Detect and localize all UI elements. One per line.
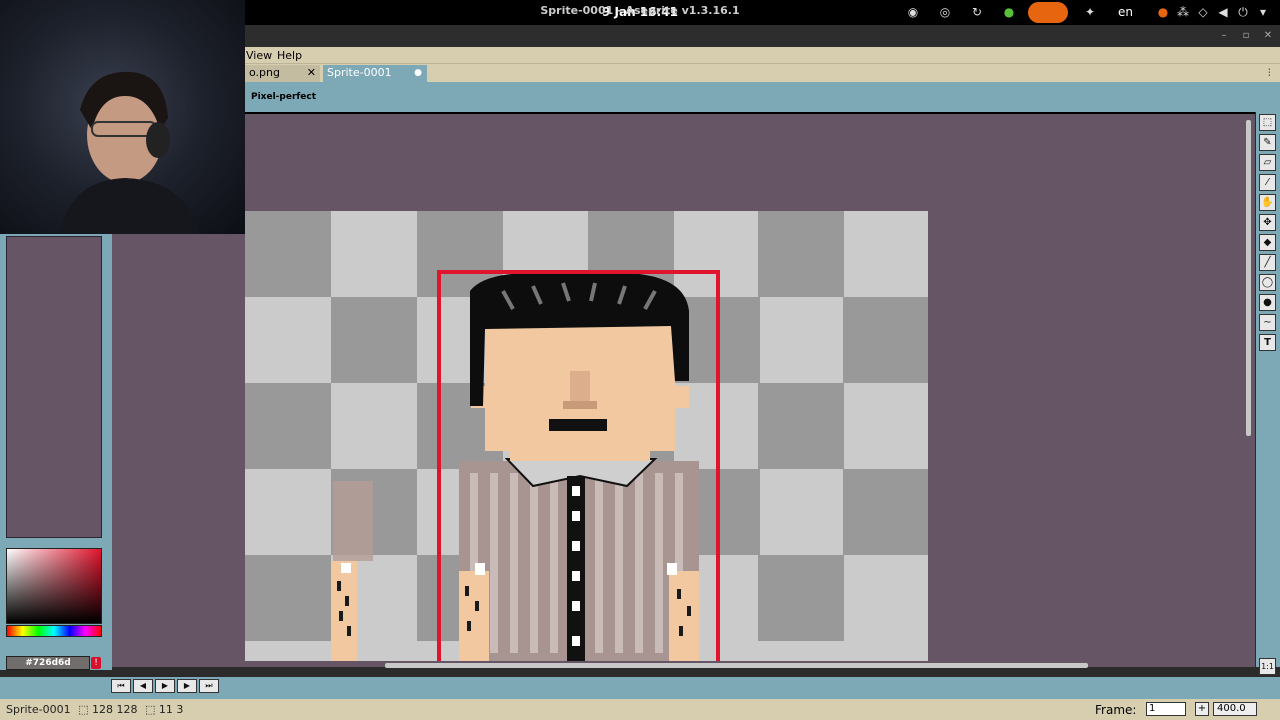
- cursor-position: 11 3: [158, 703, 184, 716]
- eyedropper-icon[interactable]: ⁄: [1259, 174, 1276, 191]
- tab-label: Sprite-0001: [327, 66, 392, 79]
- palette-panel[interactable]: [6, 236, 102, 538]
- canvas-size: 128 128: [92, 703, 138, 716]
- actual-size-icon[interactable]: 1:1: [1259, 658, 1276, 675]
- blur-icon[interactable]: ●: [1259, 294, 1276, 311]
- webcam-overlay: [0, 0, 245, 234]
- menu-help[interactable]: Help: [277, 49, 302, 62]
- line-icon[interactable]: ╱: [1259, 254, 1276, 271]
- foreground-color-field[interactable]: #726d6d: [6, 656, 90, 670]
- sprite-canvas[interactable]: [245, 211, 928, 661]
- ellipse-icon[interactable]: ◯: [1259, 274, 1276, 291]
- last-frame-icon[interactable]: ⏭: [199, 679, 219, 693]
- webcam-image: [60, 71, 200, 234]
- close-icon[interactable]: ✕: [307, 65, 316, 81]
- sprite-name: Sprite-0001: [6, 703, 71, 716]
- tab-png-file[interactable]: o.png ✕: [245, 65, 320, 82]
- smudge-icon[interactable]: ∼: [1259, 314, 1276, 331]
- zoom-field[interactable]: 400.0: [1213, 702, 1257, 716]
- maximize-button[interactable]: ▫: [1239, 29, 1253, 43]
- color-picker-field[interactable]: [6, 548, 102, 624]
- status-bar: [0, 699, 1280, 720]
- menu-bar: [245, 47, 1280, 64]
- play-icon[interactable]: ▶: [155, 679, 175, 693]
- minimize-button[interactable]: –: [1217, 29, 1231, 43]
- previous-frame-icon[interactable]: ◀: [133, 679, 153, 693]
- tab-label: o.png: [249, 66, 280, 79]
- text-icon[interactable]: T: [1259, 334, 1276, 351]
- status-info: Sprite-0001 ⬚ 128 128 ⬚ 11 3: [6, 703, 183, 716]
- horizontal-scrollbar[interactable]: [385, 663, 1088, 668]
- tab-sprite-0001[interactable]: Sprite-0001 ●: [323, 65, 427, 82]
- modified-dot-icon[interactable]: ●: [414, 65, 422, 81]
- zoom-in-button[interactable]: +: [1195, 702, 1209, 716]
- window-title-bar: [245, 25, 1280, 47]
- first-frame-icon[interactable]: ⏮: [111, 679, 131, 693]
- hue-slider[interactable]: [6, 625, 102, 637]
- vertical-scrollbar[interactable]: [1246, 120, 1251, 436]
- next-frame-icon[interactable]: ▶: [177, 679, 197, 693]
- move-icon[interactable]: ✥: [1259, 214, 1276, 231]
- menu-view[interactable]: View: [246, 49, 272, 62]
- eraser-icon[interactable]: ▱: [1259, 154, 1276, 171]
- paint-bucket-icon[interactable]: ◆: [1259, 234, 1276, 251]
- frame-label: Frame:: [1095, 703, 1137, 717]
- close-window-button[interactable]: ✕: [1261, 29, 1275, 43]
- cursor-position-icon: ⬚: [145, 703, 156, 716]
- hand-icon[interactable]: ✋: [1259, 194, 1276, 211]
- tabs-overflow-icon[interactable]: ⫶: [1268, 68, 1271, 79]
- sprite-artwork[interactable]: [245, 211, 928, 661]
- canvas-size-icon: ⬚: [78, 703, 89, 716]
- pixel-perfect-toggle[interactable]: Pixel-perfect: [251, 92, 316, 102]
- warning-icon[interactable]: !: [91, 657, 101, 669]
- pencil-icon[interactable]: ✎: [1259, 134, 1276, 151]
- rectangular-marquee-icon[interactable]: ⬚: [1259, 114, 1276, 131]
- frame-input[interactable]: 1: [1146, 702, 1186, 716]
- context-bar: [245, 85, 1280, 112]
